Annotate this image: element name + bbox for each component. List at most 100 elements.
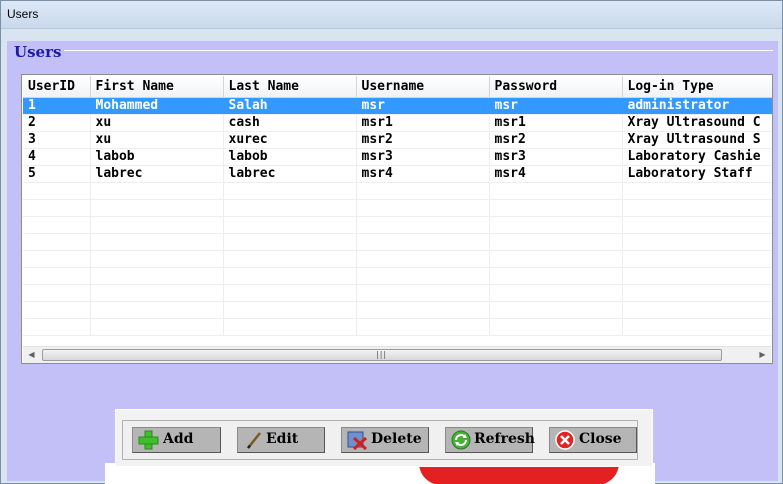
add-button-label: Add: [163, 431, 194, 447]
empty-cell: [223, 233, 357, 251]
delete-button[interactable]: Delete: [341, 427, 429, 453]
empty-cell: [23, 284, 91, 302]
column-header[interactable]: Username: [356, 76, 490, 98]
empty-cell: [223, 199, 357, 217]
red-x-icon: [555, 430, 575, 450]
table-cell[interactable]: labob: [90, 148, 224, 166]
empty-row: [23, 318, 772, 336]
title-bar[interactable]: Users: [1, 1, 782, 29]
table-cell[interactable]: 1: [23, 97, 91, 115]
empty-cell: [90, 284, 224, 302]
pencil-icon: [247, 432, 261, 449]
grid-body: 1 Mohammed Salah msr msr administrator 2 xu cash…: [23, 97, 772, 336]
empty-cell: [23, 301, 91, 319]
empty-cell: [223, 301, 357, 319]
refresh-arrows-icon: [451, 430, 471, 450]
scroll-right-arrow-icon[interactable]: ▶: [754, 347, 771, 363]
empty-cell: [23, 182, 91, 200]
group-box-border: [11, 50, 773, 51]
empty-cell: [223, 284, 357, 302]
table-cell[interactable]: msr4: [489, 165, 623, 183]
column-header[interactable]: First Name: [90, 76, 224, 98]
empty-cell: [489, 199, 623, 217]
table-cell[interactable]: 5: [23, 165, 91, 183]
header-row: UserID First Name Last Name Username Passwor…: [23, 76, 772, 98]
refresh-button[interactable]: Refresh: [445, 427, 535, 453]
table-cell[interactable]: msr: [489, 97, 623, 115]
users-window: Users Users UserID First Name Last Name Use…: [0, 0, 783, 484]
scroll-left-arrow-icon[interactable]: ◀: [23, 347, 40, 363]
window-title: Users: [7, 7, 39, 21]
empty-cell: [489, 182, 623, 200]
table-cell[interactable]: msr1: [489, 114, 623, 132]
table-row[interactable]: 1 Mohammed Salah msr msr administrator: [23, 97, 772, 115]
table-cell[interactable]: msr1: [356, 114, 490, 132]
table-cell[interactable]: 2: [23, 114, 91, 132]
column-header[interactable]: UserID: [23, 76, 91, 98]
empty-cell: [90, 250, 224, 268]
empty-cell: [489, 267, 623, 285]
empty-cell: [356, 250, 490, 268]
empty-cell: [23, 233, 91, 251]
table-cell[interactable]: xu: [90, 114, 224, 132]
empty-cell: [489, 301, 623, 319]
empty-cell: [489, 250, 623, 268]
horizontal-scrollbar[interactable]: ◀ ||| ▶: [23, 346, 771, 363]
table-cell[interactable]: msr4: [356, 165, 490, 183]
empty-cell: [23, 318, 91, 336]
group-box-label: Users: [11, 43, 65, 61]
table-cell[interactable]: Salah: [223, 97, 357, 115]
empty-row: [23, 233, 772, 251]
table-cell[interactable]: msr: [356, 97, 490, 115]
table-cell[interactable]: cash: [223, 114, 357, 132]
table-row[interactable]: 5 labrec labrec msr4 msr4 Laboratory Staff: [23, 165, 772, 183]
empty-cell: [489, 216, 623, 234]
column-header[interactable]: Last Name: [223, 76, 357, 98]
table-cell[interactable]: Laboratory Cashie: [622, 148, 772, 166]
empty-cell: [23, 216, 91, 234]
table-cell[interactable]: Mohammed: [90, 97, 224, 115]
edit-button-label: Edit: [266, 431, 299, 447]
add-button[interactable]: Add: [132, 427, 221, 453]
empty-cell: [622, 250, 772, 268]
empty-row: [23, 267, 772, 285]
table-cell[interactable]: labrec: [90, 165, 224, 183]
close-button-label: Close: [579, 431, 622, 447]
column-header[interactable]: Log-in Type: [622, 76, 772, 98]
empty-row: [23, 250, 772, 268]
table-cell[interactable]: Xray Ultrasound S: [622, 131, 772, 149]
empty-cell: [90, 199, 224, 217]
table-cell[interactable]: labrec: [223, 165, 357, 183]
table-cell[interactable]: msr3: [356, 148, 490, 166]
table-row[interactable]: 4 labob labob msr3 msr3 Laboratory Cashie: [23, 148, 772, 166]
table-row[interactable]: 3 xu xurec msr2 msr2 Xray Ultrasound S: [23, 131, 772, 149]
users-grid[interactable]: UserID First Name Last Name Username Passwor…: [21, 74, 773, 364]
green-plus-icon: [138, 430, 159, 450]
scrollbar-thumb[interactable]: |||: [42, 349, 722, 361]
table-row[interactable]: 2 xu cash msr1 msr1 Xray Ultrasound C: [23, 114, 772, 132]
empty-cell: [90, 182, 224, 200]
delete-button-label: Delete: [371, 431, 422, 447]
empty-cell: [223, 182, 357, 200]
table-cell[interactable]: msr3: [489, 148, 623, 166]
grip-icon: |||: [376, 350, 388, 359]
empty-row: [23, 199, 772, 217]
empty-row: [23, 301, 772, 319]
column-header[interactable]: Password: [489, 76, 623, 98]
table-cell[interactable]: msr2: [489, 131, 623, 149]
empty-cell: [90, 301, 224, 319]
table-cell[interactable]: msr2: [356, 131, 490, 149]
empty-cell: [223, 267, 357, 285]
empty-cell: [356, 182, 490, 200]
table-cell[interactable]: Laboratory Staff: [622, 165, 772, 183]
empty-cell: [223, 318, 357, 336]
edit-button[interactable]: Edit: [237, 427, 325, 453]
table-cell[interactable]: 4: [23, 148, 91, 166]
table-cell[interactable]: administrator: [622, 97, 772, 115]
table-cell[interactable]: xurec: [223, 131, 357, 149]
table-cell[interactable]: Xray Ultrasound C: [622, 114, 772, 132]
table-cell[interactable]: xu: [90, 131, 224, 149]
table-cell[interactable]: 3: [23, 131, 91, 149]
table-cell[interactable]: labob: [223, 148, 357, 166]
close-button[interactable]: Close: [549, 427, 637, 453]
